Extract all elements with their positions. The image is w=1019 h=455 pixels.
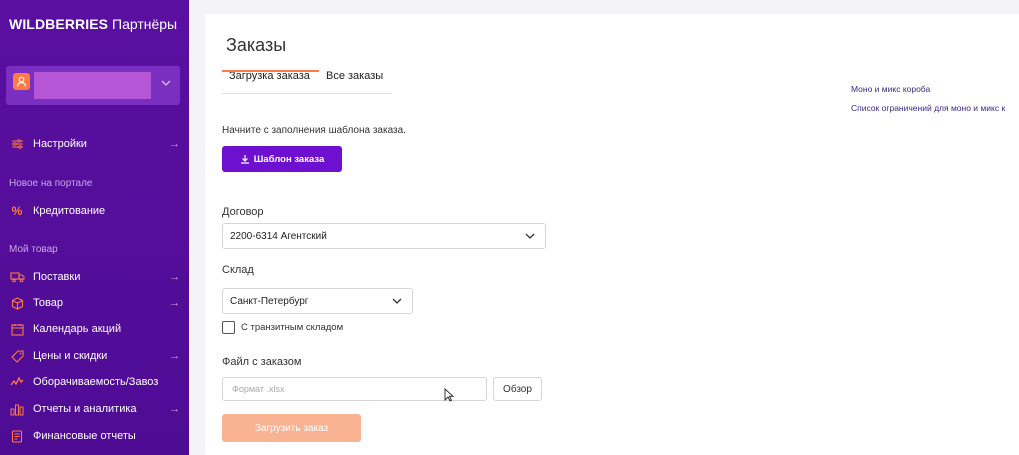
link-mono-mix-restrictions[interactable]: Список ограничений для моно и микс к — [851, 103, 1005, 113]
section-label-new: Новое на портале — [9, 178, 93, 189]
brand-name: WILDBERRIES — [9, 16, 109, 32]
download-template-button[interactable]: Шаблон заказа — [222, 146, 342, 172]
bar-chart-icon — [9, 401, 25, 417]
sidebar-item-settings[interactable]: Настройки → — [9, 135, 180, 153]
tabs: Загрузка заказа Все заказы — [222, 68, 392, 94]
link-mono-mix-boxes[interactable]: Моно и микс короба — [851, 84, 930, 94]
box-icon — [9, 295, 25, 311]
main-content: Заказы Загрузка заказа Все заказы Начнит… — [205, 14, 1019, 455]
chevron-down-icon — [525, 233, 535, 239]
template-hint: Начните с заполнения шаблона заказа. — [222, 125, 406, 136]
account-name-redacted — [34, 72, 151, 99]
percent-icon: % — [11, 204, 23, 218]
sidebar-item-financial-reports[interactable]: Финансовые отчеты — [9, 427, 180, 445]
browse-button[interactable]: Обзор — [493, 377, 542, 401]
file-placeholder: Формат .xlsx — [232, 384, 285, 394]
user-icon — [13, 73, 30, 90]
warehouse-select[interactable]: Санкт-Петербург — [222, 288, 413, 314]
arrow-right-icon: → — [169, 297, 180, 309]
account-selector[interactable] — [6, 66, 180, 105]
arrow-right-icon: → — [169, 403, 180, 415]
trend-icon — [9, 374, 25, 390]
brand-logo[interactable]: WILDBERRIES Партнёры — [9, 16, 177, 32]
transit-warehouse-label: С транзитным складом — [241, 322, 344, 333]
transit-warehouse-checkbox[interactable] — [222, 321, 235, 334]
contract-value: 2200-6314 Агентский — [230, 230, 327, 242]
download-icon — [240, 155, 249, 164]
sidebar-item-label: Кредитование — [33, 205, 106, 217]
transit-warehouse-checkbox-row[interactable]: С транзитным складом — [222, 321, 343, 334]
sidebar-item-prices[interactable]: Цены и скидки → — [9, 347, 180, 365]
contract-label: Договор — [222, 206, 264, 218]
warehouse-label: Склад — [222, 264, 254, 276]
section-label-my-goods: Мой товар — [9, 244, 58, 255]
sidebar-item-supplies[interactable]: Поставки → — [9, 268, 180, 286]
active-tab-indicator — [222, 70, 319, 72]
contract-select[interactable]: 2200-6314 Агентский — [222, 223, 546, 249]
document-icon — [9, 428, 25, 444]
arrow-right-icon: → — [169, 138, 180, 150]
warehouse-value: Санкт-Петербург — [230, 295, 309, 307]
chevron-down-icon — [392, 298, 402, 304]
arrow-right-icon: → — [169, 350, 180, 362]
chevron-down-icon — [161, 80, 171, 86]
truck-icon — [9, 269, 25, 285]
brand-suffix: Партнёры — [112, 16, 178, 32]
calendar-icon — [9, 321, 25, 337]
sidebar-item-label: Поставки — [33, 271, 81, 283]
sidebar-item-label: Отчеты и аналитика — [33, 403, 137, 415]
sidebar-item-label: Настройки — [33, 138, 87, 150]
sidebar-item-label: Цены и скидки — [33, 350, 108, 362]
page-title: Заказы — [226, 35, 287, 55]
sidebar-item-goods[interactable]: Товар → — [9, 294, 180, 312]
sidebar-item-reports[interactable]: Отчеты и аналитика → — [9, 400, 180, 418]
arrow-right-icon: → — [169, 271, 180, 283]
sidebar-item-credit[interactable]: % Кредитование — [9, 202, 180, 220]
upload-order-button[interactable]: Загрузить заказ — [222, 414, 361, 442]
mouse-cursor-icon — [444, 388, 454, 402]
order-file-label: Файл с заказом — [222, 356, 302, 368]
sidebar-item-label: Товар — [33, 297, 63, 309]
download-template-label: Шаблон заказа — [253, 153, 325, 165]
sidebar-item-label: Финансовые отчеты — [33, 430, 136, 442]
tag-icon — [9, 348, 25, 364]
sidebar-item-turnover[interactable]: Оборачиваемость/Завоз — [9, 373, 180, 391]
sliders-icon — [9, 136, 25, 152]
tab-all-orders[interactable]: Все заказы — [326, 70, 383, 82]
sidebar: WILDBERRIES Партнёры Настройки → Новое н… — [0, 0, 189, 455]
sidebar-item-promo-calendar[interactable]: Календарь акций — [9, 320, 180, 338]
sidebar-item-label: Календарь акций — [33, 323, 122, 335]
sidebar-item-label: Оборачиваемость/Завоз — [33, 376, 159, 388]
